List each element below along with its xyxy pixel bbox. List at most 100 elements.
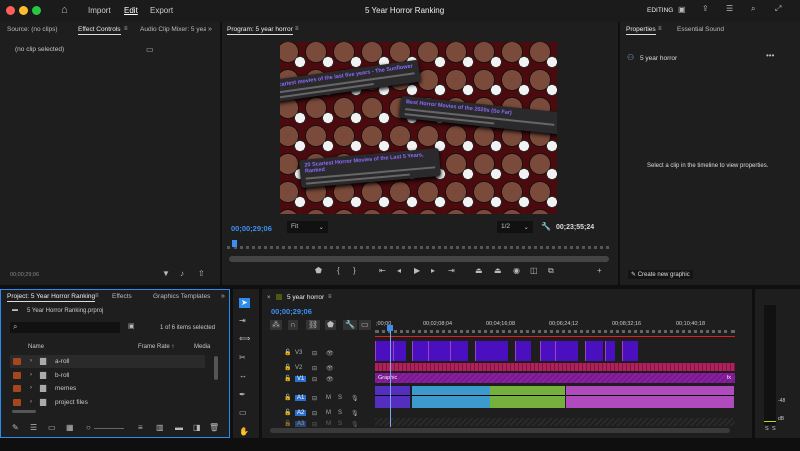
solo-button[interactable]: S [338, 395, 342, 401]
sync-lock-icon[interactable]: ⊟ [312, 376, 317, 383]
menu-import[interactable]: Import [88, 6, 111, 15]
eye-icon[interactable]: 👁 [326, 376, 334, 383]
chevron-right-icon[interactable]: › [30, 385, 32, 391]
tab-project[interactable]: Project: 5 Year Horror Ranking [7, 293, 95, 302]
play-icon[interactable]: ▶ [414, 267, 420, 275]
mark-in-icon[interactable]: { [337, 267, 340, 275]
eye-icon[interactable]: 👁 [326, 365, 334, 372]
video-clip[interactable] [475, 341, 508, 361]
sync-lock-icon[interactable]: ⊟ [312, 421, 317, 428]
resolution-dropdown[interactable]: 1/2⌄ [497, 221, 533, 233]
sort-icon[interactable]: ≡ [138, 424, 143, 432]
search-help-icon[interactable]: ⌕ [751, 5, 755, 13]
list-view-icon[interactable]: ☰ [30, 424, 37, 432]
tab-graphics-templates[interactable]: Graphics Templates [153, 293, 210, 300]
lock-icon[interactable]: 🔓 [284, 350, 291, 356]
program-ruler[interactable] [227, 246, 609, 249]
workspace-label[interactable]: EDITING [647, 7, 673, 14]
video-clip[interactable] [515, 341, 531, 361]
panel-menu-icon[interactable]: ≡ [124, 26, 128, 32]
close-window-button[interactable] [6, 6, 15, 15]
zoom-scrollbar[interactable] [229, 256, 609, 262]
chevron-right-icon[interactable]: › [30, 372, 32, 378]
tab-properties[interactable]: Properties [626, 26, 656, 35]
tab-program[interactable]: Program: 5 year horror [227, 26, 293, 35]
hand-tool-icon[interactable]: ✋ [239, 428, 249, 436]
go-to-in-icon[interactable]: ⇤ [379, 267, 386, 275]
add-button-icon[interactable]: + [597, 267, 602, 275]
graphic-clip[interactable]: Graphicfx [375, 373, 735, 383]
vertical-scrollbar[interactable] [214, 356, 218, 380]
playhead[interactable] [232, 240, 237, 247]
audio-clip[interactable] [566, 386, 646, 408]
horizontal-scrollbar[interactable] [12, 410, 36, 413]
add-marker-icon[interactable]: ⬟ [315, 267, 322, 275]
export-frame-icon[interactable]: ◉ [513, 267, 520, 275]
filter-icon[interactable]: ▼ [162, 270, 170, 278]
video-clip[interactable] [450, 341, 468, 361]
share-icon[interactable]: ⇪ [702, 5, 709, 13]
panel-menu-icon[interactable]: ≡ [295, 26, 299, 32]
panel-toggle-icon[interactable]: ▣ [678, 6, 686, 14]
label-color[interactable] [13, 385, 21, 392]
zoom-slider-icon[interactable]: ○ [86, 424, 91, 432]
list-item[interactable]: ›▆a-roll [10, 355, 205, 368]
track-select-tool-icon[interactable]: ⇥ [239, 317, 246, 325]
label-color[interactable] [13, 399, 21, 406]
column-media[interactable]: Media [194, 344, 210, 350]
automate-icon[interactable]: ▥ [156, 424, 164, 432]
menu-icon[interactable]: ☰ [726, 5, 733, 13]
comparison-view-icon[interactable]: ◫ [530, 267, 538, 275]
slip-tool-icon[interactable]: ↔ [239, 372, 247, 380]
tab-effect-controls[interactable]: Effect Controls [78, 26, 121, 35]
list-item[interactable]: ›▆b-roll [10, 369, 205, 382]
home-icon[interactable]: ⌂ [61, 5, 68, 16]
track-target-A3[interactable]: A3 [295, 421, 306, 427]
proxy-icon[interactable]: ⧉ [548, 267, 554, 275]
microphone-icon[interactable]: 🎙 [351, 421, 359, 428]
step-forward-icon[interactable]: ▸ [431, 267, 435, 275]
sync-lock-icon[interactable]: ⊟ [312, 350, 317, 357]
lock-icon[interactable]: 🔓 [284, 365, 291, 371]
zoom-fit-dropdown[interactable]: Fit⌄ [287, 221, 328, 233]
sync-lock-icon[interactable]: ⊟ [312, 410, 317, 417]
rectangle-tool-icon[interactable]: ▭ [239, 409, 247, 417]
new-item-icon[interactable]: ◨ [193, 424, 201, 432]
solo-button[interactable]: S [338, 421, 342, 427]
pen-tool-icon[interactable]: ✒ [239, 391, 246, 399]
new-bin-from-search-icon[interactable]: ▣ [128, 323, 135, 330]
label-color[interactable] [13, 372, 21, 379]
lock-icon[interactable]: 🔓 [284, 376, 291, 382]
fullscreen-icon[interactable]: ⤢ [775, 5, 781, 13]
mute-button[interactable]: M [326, 410, 331, 416]
snap-icon[interactable]: ∩ [288, 320, 298, 330]
icon-view-icon[interactable]: ▭ [48, 424, 56, 432]
video-clip[interactable] [622, 341, 638, 361]
audio-clip[interactable] [646, 386, 734, 408]
panel-menu-icon[interactable]: ≡ [328, 294, 332, 300]
track-target-A2[interactable]: A2 [295, 410, 306, 416]
timeline-timecode[interactable]: 00;00;29;06 [271, 307, 312, 316]
mark-out-icon[interactable]: } [353, 267, 356, 275]
label-color[interactable] [13, 358, 21, 365]
add-marker-icon[interactable]: ⬟ [325, 320, 336, 330]
nest-icon[interactable]: ⁂ [270, 320, 282, 330]
more-options-icon[interactable]: ••• [766, 52, 774, 60]
list-item[interactable]: ›▆memes [10, 382, 205, 395]
minimize-window-button[interactable] [19, 6, 28, 15]
tab-source[interactable]: Source: (no clips) [7, 26, 58, 33]
step-back-icon[interactable]: ◂ [397, 267, 401, 275]
sync-lock-icon[interactable]: ⊟ [312, 395, 317, 402]
new-bin-icon[interactable]: ▬ [175, 424, 183, 432]
freeform-view-icon[interactable]: ▦ [66, 424, 74, 432]
microphone-icon[interactable]: 🎙 [351, 395, 359, 402]
zoom-slider[interactable] [94, 428, 124, 429]
create-new-graphic-button[interactable]: ✎ Create new graphic [628, 270, 693, 279]
chevron-right-icon[interactable]: › [30, 399, 32, 405]
tab-audio-clip-mixer[interactable]: Audio Clip Mixer: 5 year [140, 26, 206, 33]
linked-selection-icon[interactable]: ⛓ [306, 320, 320, 330]
solo-button[interactable]: S [338, 410, 342, 416]
panel-menu-icon[interactable]: ≡ [658, 26, 662, 32]
toggle-timeline-icon[interactable]: ▭ [146, 46, 154, 54]
video-clip[interactable] [555, 341, 578, 361]
